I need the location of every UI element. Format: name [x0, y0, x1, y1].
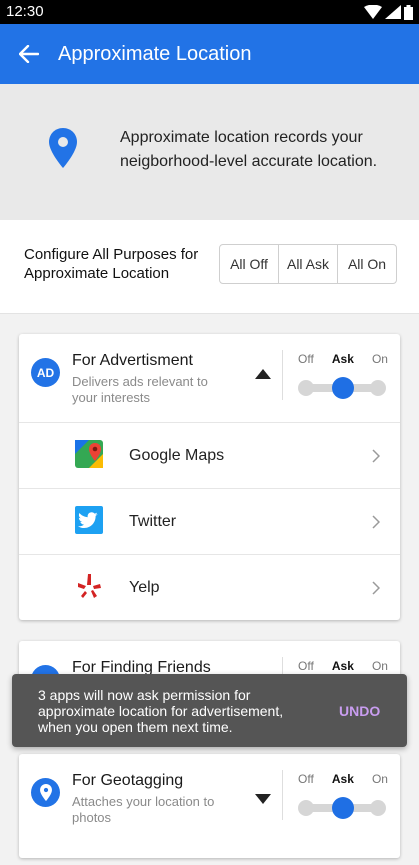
setting-label-on: On [371, 352, 388, 366]
yelp-icon [78, 574, 101, 598]
app-row-google-maps[interactable]: Google Maps [19, 422, 400, 488]
all-ask-button[interactable]: All Ask [279, 245, 338, 283]
banner-text: Approximate location records your neigbo… [120, 129, 378, 170]
slider-knob[interactable] [332, 797, 354, 819]
wifi-icon [364, 5, 382, 19]
signal-icon [385, 5, 401, 19]
purpose-header-geotagging[interactable]: For Geotagging Attaches your location to… [19, 754, 400, 842]
location-pin-badge [31, 778, 60, 807]
all-on-button[interactable]: All On [338, 245, 396, 283]
arrow-back-icon [19, 45, 39, 63]
app-name: Yelp [129, 579, 160, 596]
setting-label-off: Off [298, 659, 314, 673]
location-pin-icon [39, 784, 52, 801]
purpose-title: For Advertisment [72, 352, 193, 369]
purpose-description: Attaches your location to photos [72, 794, 215, 825]
setting-label-on: On [371, 659, 388, 673]
configure-all-label: Configure All Purposes for Approximate L… [24, 246, 199, 282]
setting-label-ask: Ask [331, 772, 354, 786]
purpose-header-advertisement[interactable]: AD For Advertisment Delivers ads relevan… [19, 334, 400, 422]
all-off-button[interactable]: All Off [220, 245, 279, 283]
setting-slider[interactable] [298, 377, 386, 399]
app-row-yelp[interactable]: Yelp [19, 554, 400, 620]
setting-slider[interactable] [298, 797, 386, 819]
info-banner: Approximate location records your neigbo… [0, 84, 419, 220]
setting-label-off: Off [298, 772, 314, 786]
chevron-right-icon [372, 581, 380, 595]
purpose-card-geotagging: For Geotagging Attaches your location to… [19, 754, 400, 858]
caret-up-icon[interactable] [255, 369, 271, 379]
setting-label-off: Off [298, 352, 314, 366]
configure-all-section: Configure All Purposes for Approximate L… [0, 220, 419, 314]
divider [282, 770, 283, 820]
battery-icon [404, 4, 413, 20]
page-title: Approximate Location [58, 42, 252, 65]
purpose-title: For Geotagging [72, 772, 184, 789]
setting-label-ask: Ask [331, 352, 354, 366]
app-bar: Approximate Location [0, 24, 419, 84]
snackbar: 3 apps will now ask permission for appro… [12, 674, 407, 747]
configure-all-segmented-control: All Off All Ask All On [219, 244, 397, 284]
app-name: Twitter [129, 513, 177, 530]
undo-button[interactable]: UNDO [339, 703, 380, 719]
status-bar: 12:30 [0, 0, 419, 24]
chevron-right-icon [372, 515, 380, 529]
google-maps-icon [75, 440, 103, 468]
caret-down-icon[interactable] [255, 794, 271, 804]
back-button[interactable] [0, 24, 58, 84]
status-icons [364, 4, 413, 20]
twitter-icon [75, 506, 103, 534]
ad-badge-icon: AD [31, 358, 60, 387]
purpose-description: Delivers ads relevant to your interests [72, 374, 208, 405]
divider [282, 350, 283, 400]
setting-labels: Off Ask On [298, 772, 388, 786]
purpose-card-advertisement: AD For Advertisment Delivers ads relevan… [19, 334, 400, 620]
setting-label-ask: Ask [331, 659, 354, 673]
app-name: Google Maps [129, 447, 225, 464]
chevron-right-icon [372, 449, 380, 463]
setting-labels: Off Ask On [298, 352, 388, 366]
setting-labels: Off Ask On [298, 659, 388, 673]
status-time: 12:30 [6, 3, 44, 20]
location-pin-icon [49, 128, 77, 168]
snackbar-message: 3 apps will now ask permission for appro… [38, 687, 284, 735]
slider-knob[interactable] [332, 377, 354, 399]
setting-label-on: On [371, 772, 388, 786]
app-row-twitter[interactable]: Twitter [19, 488, 400, 554]
